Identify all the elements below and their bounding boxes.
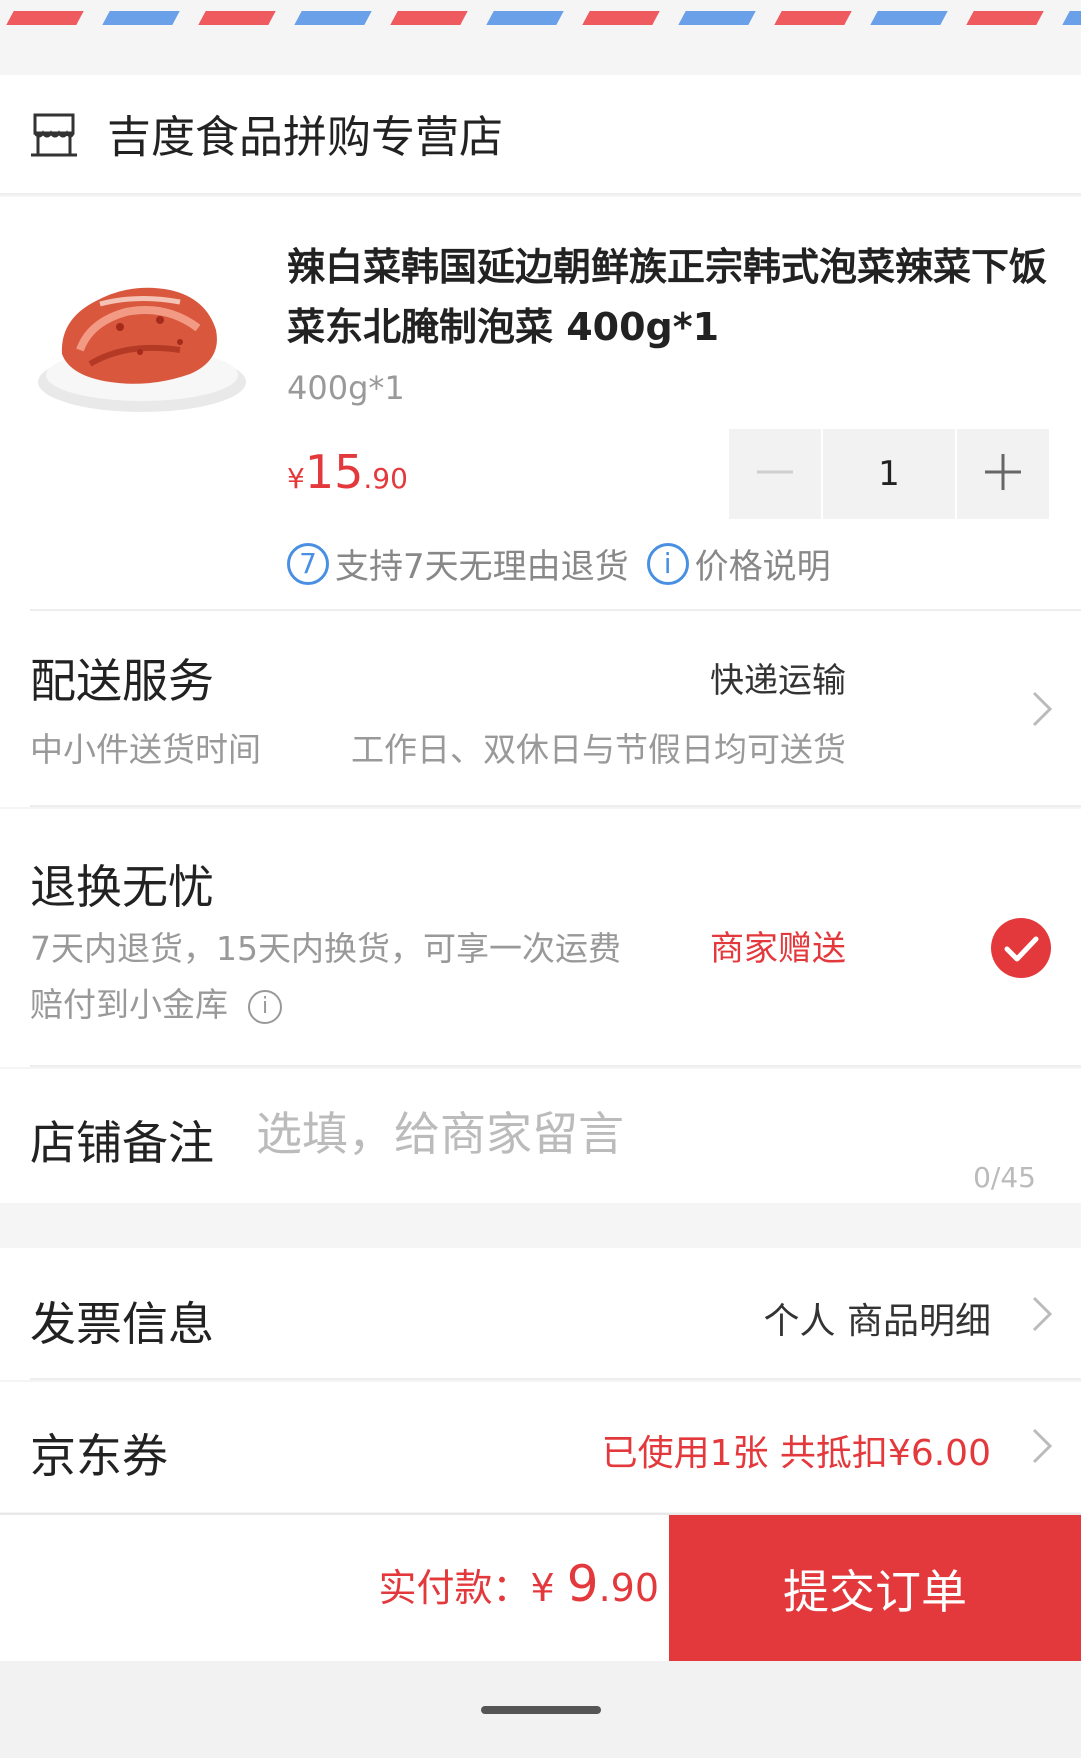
seven-day-icon: 7 bbox=[287, 542, 329, 585]
remark-input[interactable] bbox=[256, 1099, 1036, 1169]
airmail-stripe bbox=[582, 11, 660, 25]
airmail-stripe bbox=[198, 11, 276, 25]
decrease-button[interactable] bbox=[729, 429, 821, 519]
price-explanation-badge[interactable]: i 价格说明 bbox=[646, 539, 831, 588]
minus-icon bbox=[755, 452, 795, 496]
total-integer: 9 bbox=[566, 1555, 599, 1613]
badge-label: 支持7天无理由退货 bbox=[335, 547, 629, 587]
product-price: ¥15.90 bbox=[287, 445, 408, 499]
chevron-right-icon bbox=[1030, 1294, 1054, 1334]
airmail-stripe bbox=[678, 11, 756, 25]
total-symbol: ¥ bbox=[530, 1566, 555, 1610]
merchant-gift-label: 商家赠送 bbox=[710, 929, 846, 969]
delivery-method: 快递运输 bbox=[710, 661, 846, 701]
quantity-stepper: 1 bbox=[729, 429, 1049, 519]
price-symbol: ¥ bbox=[287, 462, 305, 495]
info-icon[interactable]: i bbox=[248, 989, 282, 1024]
product-image[interactable] bbox=[30, 232, 258, 462]
product-spec: 400g*1 bbox=[287, 369, 405, 407]
coupon-row[interactable]: 京东券 已使用1张 共抵扣¥6.00 bbox=[0, 1382, 1081, 1512]
divider bbox=[30, 1065, 1081, 1067]
seven-day-return-badge[interactable]: 7 支持7天无理由退货 bbox=[287, 539, 629, 588]
plus-icon bbox=[983, 452, 1023, 496]
invoice-label: 发票信息 bbox=[30, 1297, 214, 1351]
airmail-stripe bbox=[774, 11, 852, 25]
check-circle-icon[interactable] bbox=[990, 917, 1052, 983]
product-card: 辣白菜韩国延边朝鲜族正宗韩式泡菜辣菜下饭菜东北腌制泡菜 400g*1 400g*… bbox=[0, 197, 1081, 611]
airmail-stripe bbox=[294, 11, 372, 25]
total-amount: 实付款：¥ 9.90 bbox=[378, 1555, 659, 1613]
airmail-stripe bbox=[966, 11, 1044, 25]
total-label: 实付款： bbox=[378, 1566, 531, 1610]
airmail-stripe bbox=[1062, 11, 1081, 25]
quantity-field[interactable]: 1 bbox=[823, 429, 955, 519]
price-decimal: .90 bbox=[363, 462, 408, 495]
submit-order-button[interactable]: 提交订单 bbox=[669, 1515, 1081, 1663]
info-icon: i bbox=[646, 542, 689, 585]
returns-row: 退换无忧 7天内退货，15天内换货，可享一次运费赔付到小金库 i 商家赠送 bbox=[0, 809, 1081, 1067]
airmail-stripe bbox=[486, 11, 564, 25]
delivery-title: 配送服务 bbox=[30, 654, 214, 708]
system-navigation-bar bbox=[0, 1661, 1081, 1758]
product-title[interactable]: 辣白菜韩国延边朝鲜族正宗韩式泡菜辣菜下饭菜东北腌制泡菜 400g*1 bbox=[287, 237, 1057, 357]
airmail-stripe bbox=[870, 11, 948, 25]
returns-description: 7天内退货，15天内换货，可享一次运费赔付到小金库 i bbox=[30, 921, 650, 1033]
returns-description-text: 7天内退货，15天内换货，可享一次运费赔付到小金库 bbox=[30, 929, 621, 1024]
divider bbox=[30, 805, 1081, 807]
airmail-border bbox=[0, 0, 1081, 30]
shop-header[interactable]: 吉度食品拼购专营店 bbox=[0, 75, 1081, 195]
delivery-row[interactable]: 配送服务 快递运输 中小件送货时间 工作日、双休日与节假日均可送货 bbox=[0, 611, 1081, 807]
chevron-right-icon bbox=[1030, 689, 1054, 729]
char-counter: 0/45 bbox=[973, 1161, 1036, 1194]
invoice-row[interactable]: 发票信息 个人 商品明细 bbox=[0, 1248, 1081, 1380]
delivery-time-value: 工作日、双休日与节假日均可送货 bbox=[351, 730, 846, 769]
delivery-time-label: 中小件送货时间 bbox=[30, 730, 261, 769]
airmail-stripe bbox=[390, 11, 468, 25]
price-integer: 15 bbox=[304, 445, 364, 499]
coupon-value: 已使用1张 共抵扣¥6.00 bbox=[601, 1433, 991, 1474]
shop-name[interactable]: 吉度食品拼购专营店 bbox=[107, 111, 503, 165]
shop-remark-row: 店铺备注 0/45 bbox=[0, 1069, 1081, 1203]
remark-label: 店铺备注 bbox=[30, 1116, 214, 1170]
airmail-stripe bbox=[102, 11, 180, 25]
service-badges: 7 支持7天无理由退货 i 价格说明 bbox=[287, 539, 849, 588]
invoice-value: 个人 商品明细 bbox=[763, 1301, 991, 1342]
divider bbox=[30, 1378, 1081, 1380]
badge-label: 价格说明 bbox=[694, 547, 831, 587]
total-decimal: .90 bbox=[598, 1566, 659, 1610]
checkout-bar: 实付款：¥ 9.90 提交订单 bbox=[0, 1513, 1081, 1663]
chevron-right-icon bbox=[1030, 1426, 1054, 1466]
increase-button[interactable] bbox=[957, 429, 1049, 519]
coupon-label: 京东券 bbox=[30, 1429, 168, 1483]
home-indicator[interactable] bbox=[481, 1706, 601, 1714]
store-icon bbox=[30, 111, 78, 159]
airmail-stripe bbox=[6, 11, 84, 25]
returns-title: 退换无忧 bbox=[30, 860, 214, 914]
